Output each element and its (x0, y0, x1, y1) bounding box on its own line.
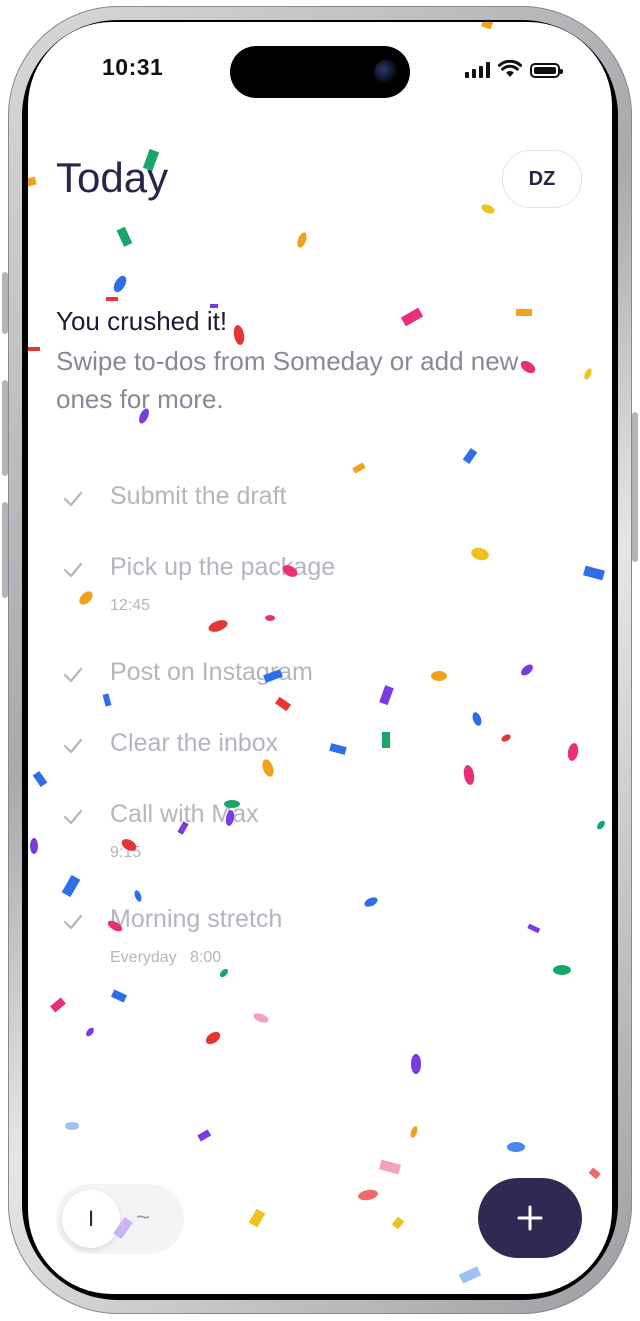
volume-up-button (2, 380, 8, 476)
dynamic-island (230, 46, 410, 98)
status-time: 10:31 (102, 54, 164, 80)
todo-label: Pick up the package (110, 553, 336, 581)
wave-icon[interactable]: ~ (136, 1204, 150, 1232)
signal-icon (465, 62, 490, 78)
plus-icon (517, 1205, 543, 1231)
battery-icon (530, 63, 563, 78)
power-button (632, 412, 638, 562)
confetti-pieces (28, 22, 605, 1284)
todo-item[interactable]: Submit the draft (56, 482, 576, 522)
empty-state-subtitle: Swipe to-dos from Someday or add new one… (56, 346, 519, 414)
mode-toggle[interactable]: I ~ (56, 1184, 184, 1254)
empty-state-title: You crushed it! (56, 306, 228, 336)
checkmark-icon[interactable] (62, 559, 84, 581)
todo-label: Morning stretch (110, 905, 283, 933)
todo-item[interactable]: Clear the inbox (56, 729, 576, 769)
status-icons (465, 60, 563, 78)
mode-toggle-active[interactable]: I (62, 1190, 120, 1248)
checkmark-icon[interactable] (62, 806, 84, 828)
action-button (2, 272, 8, 334)
todo-item[interactable]: Pick up the package 12:45 (56, 553, 576, 623)
todo-item[interactable]: Post on Instagram (56, 658, 576, 698)
todo-repeat-time: Everyday 8:00 (110, 949, 222, 966)
wifi-icon (498, 60, 522, 77)
todo-label: Submit the draft (110, 482, 287, 510)
todo-time: 9:15 (110, 844, 142, 861)
camera-icon (374, 60, 398, 84)
avatar-button[interactable]: DZ (502, 150, 582, 208)
todo-item[interactable]: Call with Max 9:15 (56, 800, 576, 870)
todo-item[interactable]: Morning stretch Everyday 8:00 (56, 905, 576, 975)
todo-label: Call with Max (110, 800, 259, 828)
checkmark-icon[interactable] (62, 488, 84, 510)
page-title: Today (56, 154, 169, 201)
volume-down-button (2, 502, 8, 598)
checkmark-icon[interactable] (62, 911, 84, 933)
checkmark-icon[interactable] (62, 664, 84, 686)
todo-time: 12:45 (110, 597, 151, 614)
checkmark-icon[interactable] (62, 735, 84, 757)
todo-label: Clear the inbox (110, 729, 279, 757)
app-screen: 10:31 Today DZ You crushed it! Swipe to-… (28, 22, 612, 1294)
add-todo-button[interactable] (478, 1178, 582, 1258)
todo-label: Post on Instagram (110, 658, 313, 686)
